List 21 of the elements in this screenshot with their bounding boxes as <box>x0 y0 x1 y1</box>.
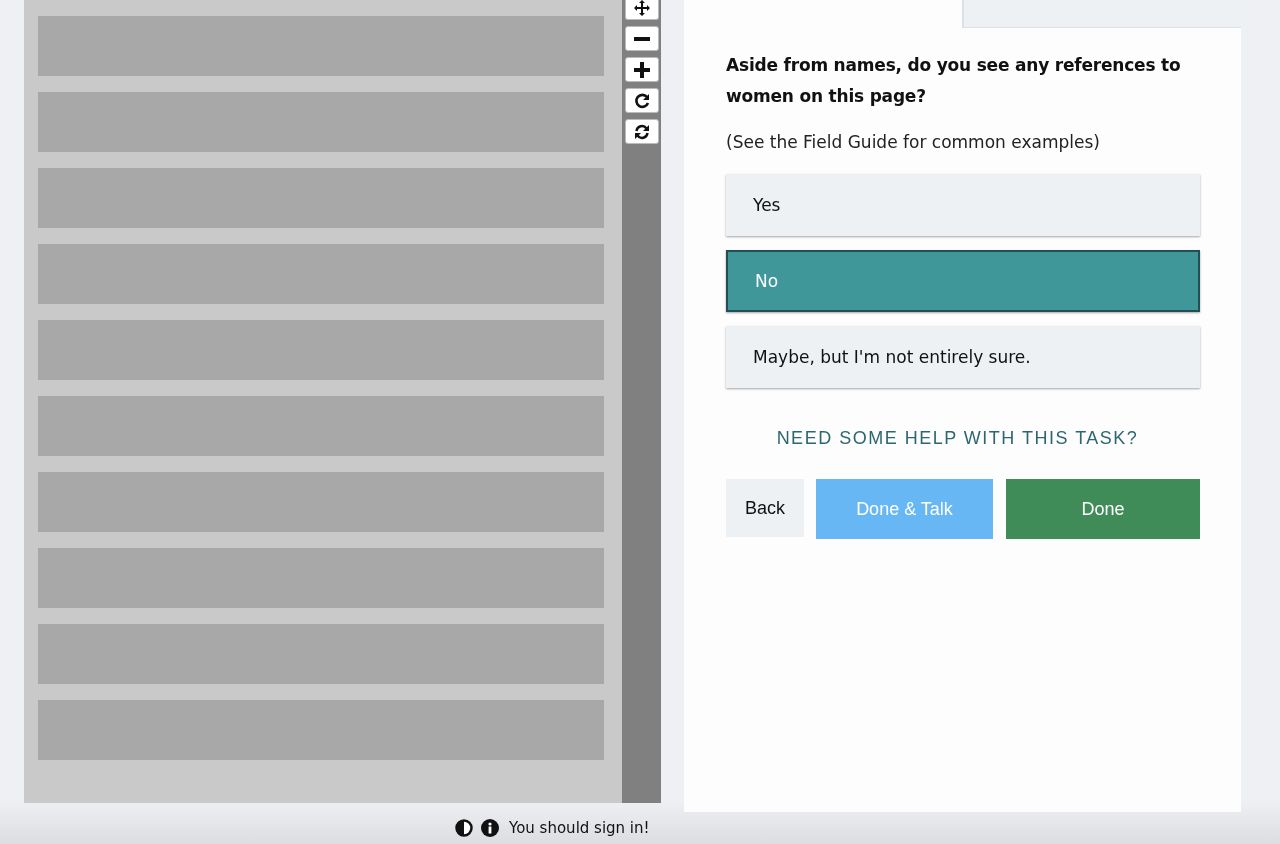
info-icon <box>481 819 499 837</box>
question-text: Aside from names, do you see any references to women on this page? <box>726 54 1182 108</box>
answer-option[interactable]: Yes <box>726 174 1200 236</box>
tool-button[interactable] <box>624 0 659 20</box>
answer-option[interactable]: Maybe, but I'm not entirely sure. <box>726 326 1200 388</box>
minus-icon <box>633 36 650 41</box>
help-link[interactable]: NEED SOME HELP WITH THIS TASK? <box>776 428 1139 449</box>
answer-option[interactable]: No <box>726 250 1200 312</box>
tool-button[interactable] <box>624 26 659 51</box>
refresh-icon <box>633 123 650 140</box>
rotate-icon <box>633 92 650 109</box>
tool-button[interactable] <box>624 119 659 144</box>
back-button[interactable]: Back <box>726 479 804 537</box>
plus-icon <box>633 61 650 78</box>
sign-in-message: You should sign in! <box>509 819 650 837</box>
tool-button[interactable] <box>624 88 659 113</box>
hint-text: (See the Field Guide for common examples) <box>726 132 1101 152</box>
done-button[interactable]: Done <box>1006 479 1200 539</box>
contrast-icon <box>455 819 473 837</box>
tool-button[interactable] <box>624 57 659 82</box>
move-icon <box>632 0 651 17</box>
